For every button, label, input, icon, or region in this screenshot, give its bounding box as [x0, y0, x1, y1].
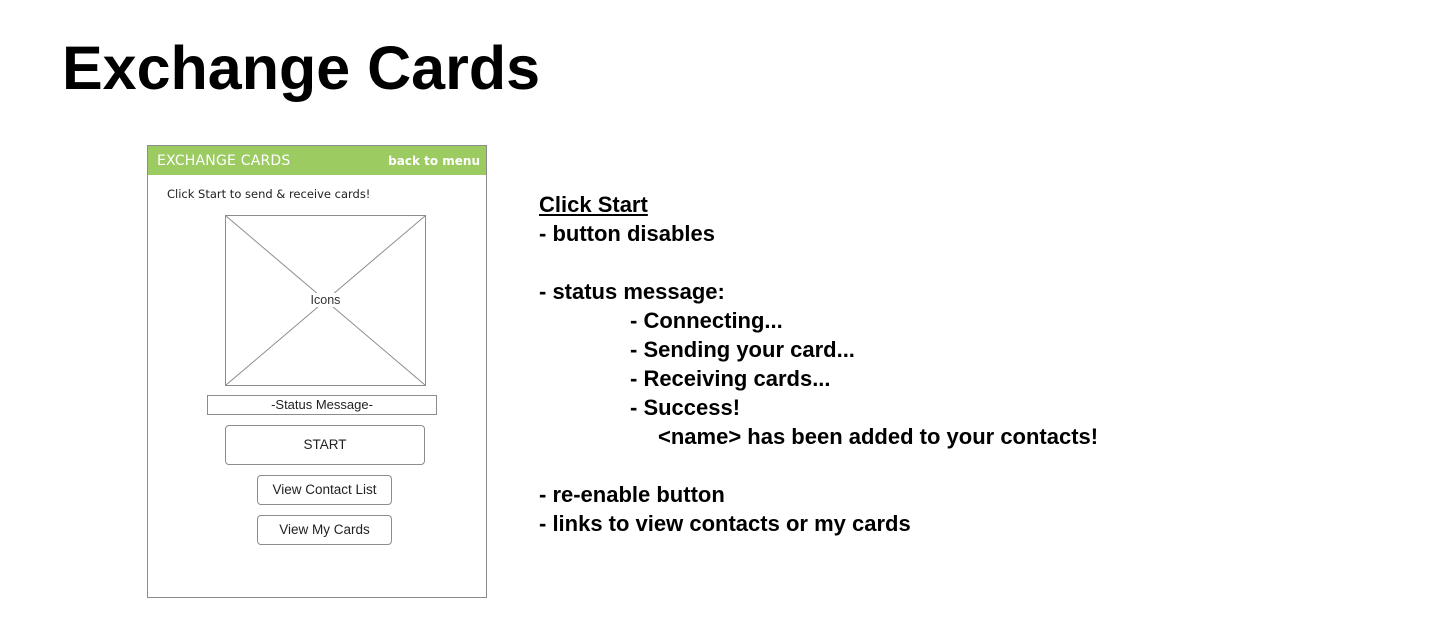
icons-placeholder-label: Icons — [309, 293, 342, 307]
instruction-text: Click Start to send & receive cards! — [167, 187, 371, 201]
app-title: EXCHANGE CARDS — [157, 153, 291, 169]
note-status-connecting: - Connecting... — [630, 308, 783, 333]
back-to-menu-link[interactable]: back to menu — [388, 154, 480, 168]
app-header: EXCHANGE CARDS back to menu — [148, 146, 486, 175]
start-button[interactable]: START — [225, 425, 425, 465]
page-title: Exchange Cards — [62, 34, 541, 102]
note-links: - links to view contacts or my cards — [539, 511, 911, 536]
note-status-receiving: - Receiving cards... — [630, 366, 831, 391]
annotation-notes: Click Start - button disables - status m… — [539, 190, 1098, 538]
note-reenable: - re-enable button — [539, 482, 725, 507]
note-success-detail: <name> has been added to your contacts! — [658, 424, 1099, 449]
view-my-cards-button[interactable]: View My Cards — [257, 515, 392, 545]
note-status-success: - Success! — [630, 395, 741, 420]
notes-heading: Click Start — [539, 192, 648, 217]
note-button-disables: - button disables — [539, 221, 715, 246]
note-status-intro: - status message: — [539, 279, 725, 304]
icons-image-placeholder: Icons — [225, 215, 426, 386]
status-message: -Status Message- — [207, 395, 437, 415]
phone-wireframe: EXCHANGE CARDS back to menu Click Start … — [147, 145, 487, 598]
note-status-sending: - Sending your card... — [630, 337, 855, 362]
view-contact-list-button[interactable]: View Contact List — [257, 475, 392, 505]
